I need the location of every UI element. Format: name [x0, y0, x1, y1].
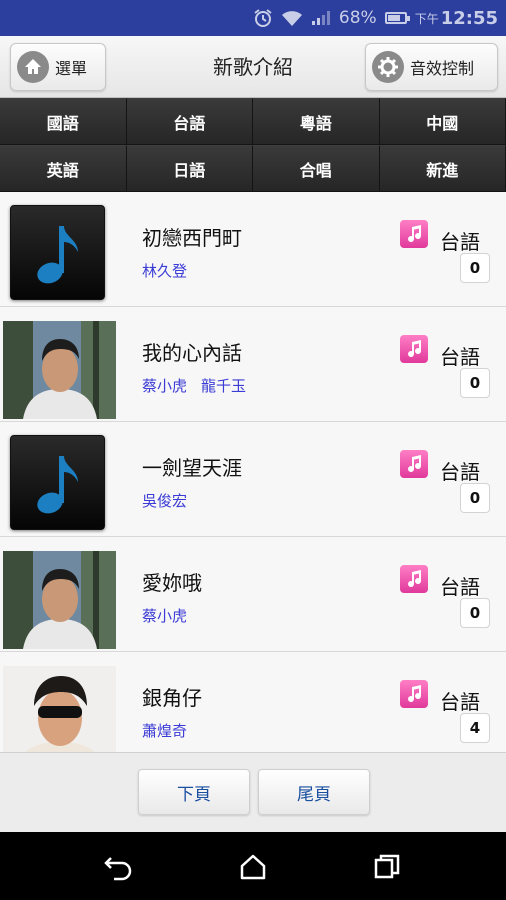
song-list: 初戀西門町 林久登 台語 0 我的心內話 蔡小虎 龍千玉 台語 0 一劍望天涯 …	[0, 192, 506, 752]
category-duet[interactable]: 合唱	[253, 145, 380, 192]
signal-icon	[311, 10, 331, 26]
song-artists: 蕭煌奇	[142, 720, 201, 741]
artist-link[interactable]: 吳俊宏	[142, 492, 187, 510]
category-taiwanese[interactable]: 台語	[126, 98, 253, 145]
song-language: 台語	[440, 690, 480, 714]
song-row[interactable]: 初戀西門町 林久登 台語 0	[0, 192, 506, 307]
song-artists: 蔡小虎 龍千玉	[142, 375, 260, 396]
music-note-icon	[10, 205, 105, 300]
gear-icon	[372, 51, 404, 83]
artist-link[interactable]: 蕭煌奇	[142, 722, 187, 740]
next-page-button[interactable]: 下頁	[138, 769, 250, 815]
category-japanese[interactable]: 日語	[126, 145, 253, 192]
clock-ampm: 下午	[414, 11, 439, 26]
back-icon[interactable]	[102, 850, 136, 884]
artist-link[interactable]: 林久登	[142, 262, 187, 280]
battery-icon	[384, 12, 410, 24]
song-language: 台語	[440, 230, 480, 254]
category-english[interactable]: 英語	[0, 145, 127, 192]
artist-photo	[3, 666, 116, 752]
song-row[interactable]: 一劍望天涯 吳俊宏 台語 0	[0, 422, 506, 537]
song-music-icon[interactable]	[400, 335, 428, 363]
artist-link[interactable]: 蔡小虎	[142, 607, 187, 625]
song-music-icon[interactable]	[400, 450, 428, 478]
category-china[interactable]: 中國	[379, 98, 506, 145]
recent-apps-icon[interactable]	[370, 850, 404, 884]
play-count-badge: 0	[460, 368, 490, 398]
song-artists: 蔡小虎	[142, 605, 201, 626]
menu-button[interactable]: 選單	[10, 43, 106, 91]
artist-photo	[3, 321, 116, 419]
song-row[interactable]: 銀角仔 蕭煌奇 台語 4	[0, 652, 506, 752]
play-count-badge: 0	[460, 253, 490, 283]
song-row[interactable]: 愛妳哦 蔡小虎 台語 0	[0, 537, 506, 652]
clock-time: 12:55	[440, 7, 498, 29]
song-language: 台語	[440, 460, 480, 484]
song-title: 我的心內話	[142, 341, 242, 365]
app-header: 新歌介紹 選單 音效控制	[0, 36, 506, 98]
play-count-badge: 4	[460, 713, 490, 743]
artist-link[interactable]: 蔡小虎	[142, 377, 187, 395]
song-language: 台語	[440, 575, 480, 599]
song-title: 愛妳哦	[142, 571, 202, 595]
alarm-icon	[253, 8, 273, 28]
menu-button-label: 選單	[55, 59, 88, 78]
play-count-badge: 0	[460, 483, 490, 513]
play-count-badge: 0	[460, 598, 490, 628]
music-note-icon	[10, 435, 105, 530]
category-mandarin[interactable]: 國語	[0, 98, 127, 145]
home-nav-icon[interactable]	[236, 850, 270, 884]
sound-effect-button[interactable]: 音效控制	[365, 43, 498, 91]
category-grid: 國語 台語 粵語 中國 英語 日語 合唱 新進	[0, 98, 506, 192]
artist-photo	[3, 551, 116, 649]
category-new[interactable]: 新進	[379, 145, 506, 192]
song-music-icon[interactable]	[400, 220, 428, 248]
song-language: 台語	[440, 345, 480, 369]
artist-link[interactable]: 龍千玉	[201, 377, 246, 395]
song-row[interactable]: 我的心內話 蔡小虎 龍千玉 台語 0	[0, 307, 506, 422]
song-music-icon[interactable]	[400, 680, 428, 708]
battery-percent: 68%	[338, 8, 377, 28]
song-title: 一劍望天涯	[142, 456, 242, 480]
song-artists: 吳俊宏	[142, 490, 201, 511]
category-cantonese[interactable]: 粵語	[253, 98, 380, 145]
last-page-button[interactable]: 尾頁	[258, 769, 370, 815]
status-bar: 68% 下午 12:55	[0, 0, 506, 36]
song-artists: 林久登	[142, 260, 201, 281]
song-music-icon[interactable]	[400, 565, 428, 593]
song-title: 初戀西門町	[142, 226, 242, 250]
sound-effect-label: 音效控制	[410, 59, 475, 78]
song-title: 銀角仔	[142, 686, 202, 710]
wifi-icon	[281, 9, 303, 27]
home-icon	[17, 51, 49, 83]
system-nav-bar	[0, 832, 506, 900]
pager: 下頁 尾頁	[0, 752, 506, 832]
